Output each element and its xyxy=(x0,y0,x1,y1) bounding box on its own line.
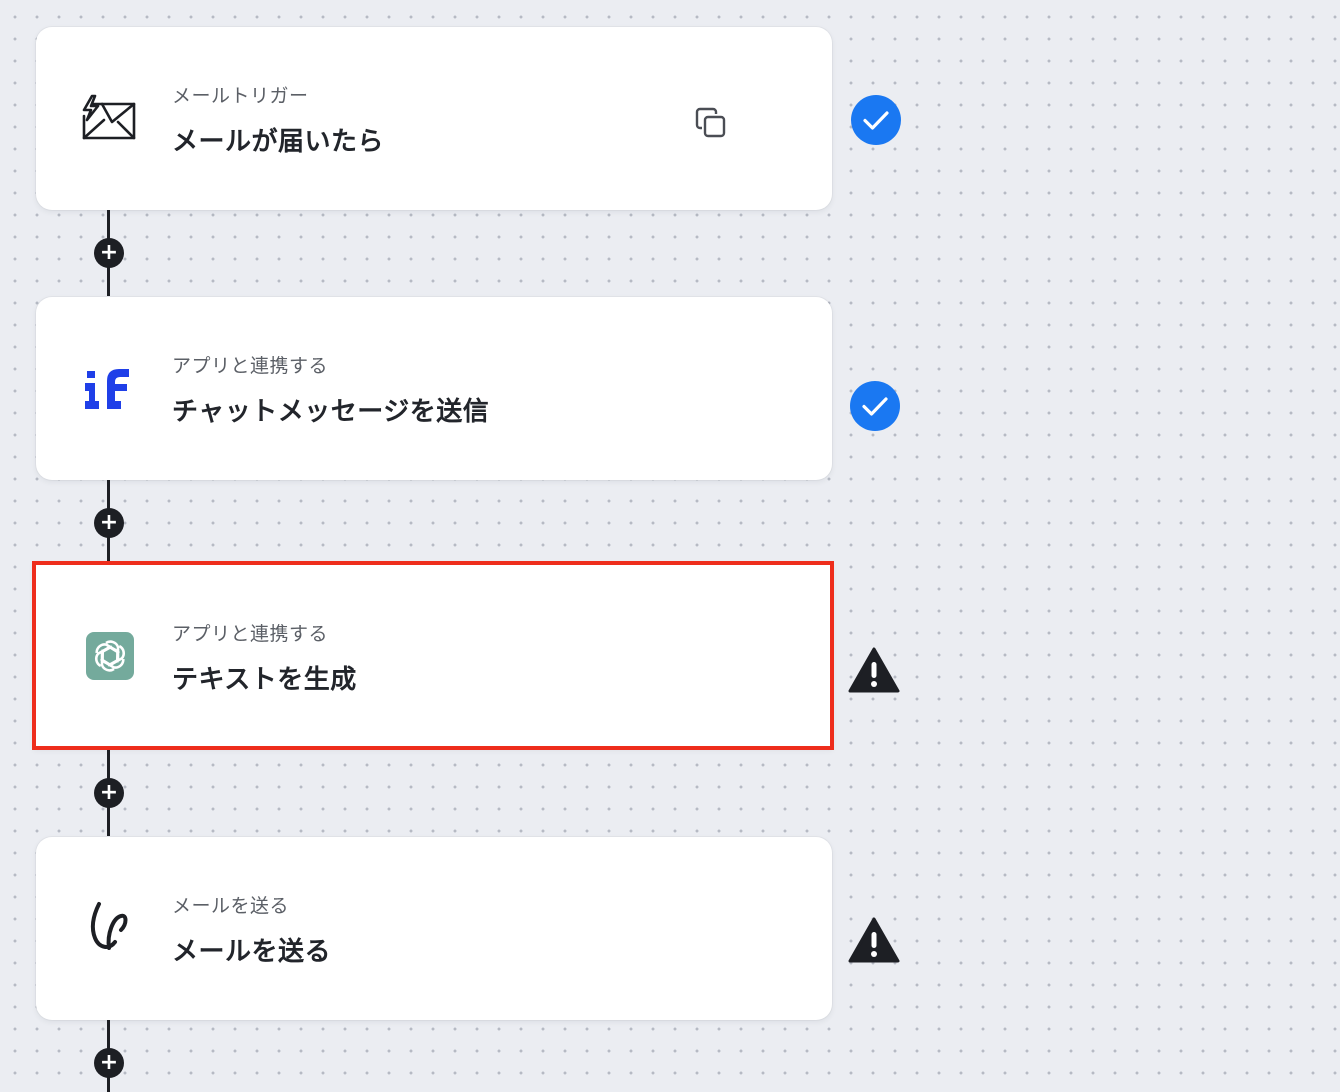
plus-icon: + xyxy=(99,239,119,265)
step-title: メールを送る xyxy=(172,937,332,967)
warning-icon xyxy=(848,914,900,966)
add-step-button[interactable]: + xyxy=(94,778,124,808)
step-card-chat-message[interactable]: アプリと連携する チャットメッセージを送信 xyxy=(36,297,832,480)
add-step-button[interactable]: + xyxy=(94,1048,124,1078)
plus-icon: + xyxy=(99,509,119,535)
chatgpt-icon xyxy=(80,631,140,681)
step-type-label: メールを送る xyxy=(172,895,290,917)
success-check-icon xyxy=(850,94,902,146)
send-mail-icon xyxy=(80,902,140,953)
plus-icon: + xyxy=(99,1049,119,1075)
step-title: メールが届いたら xyxy=(172,127,385,157)
step-card-mail-trigger[interactable]: メールトリガー メールが届いたら xyxy=(36,27,832,210)
step-type-label: メールトリガー xyxy=(172,85,309,107)
add-step-button[interactable]: + xyxy=(94,238,124,268)
step-title: チャットメッセージを送信 xyxy=(172,397,490,427)
step-type-label: アプリと連携する xyxy=(172,623,329,645)
step-card-send-mail[interactable]: メールを送る メールを送る xyxy=(36,837,832,1020)
step-card-generate-text[interactable]: アプリと連携する テキストを生成 xyxy=(32,561,834,750)
add-step-button[interactable]: + xyxy=(94,508,124,538)
workflow-canvas: + + + + メールトリガー メールが届いたら アプリと連携する チャットメッ… xyxy=(0,0,1340,1092)
step-type-label: アプリと連携する xyxy=(172,355,329,377)
step-title: テキストを生成 xyxy=(172,665,357,695)
mail-trigger-icon xyxy=(80,93,140,143)
copy-icon[interactable] xyxy=(692,104,730,142)
success-check-icon xyxy=(849,380,901,432)
warning-icon xyxy=(848,644,900,696)
plus-icon: + xyxy=(99,779,119,805)
if-app-icon xyxy=(80,363,140,413)
